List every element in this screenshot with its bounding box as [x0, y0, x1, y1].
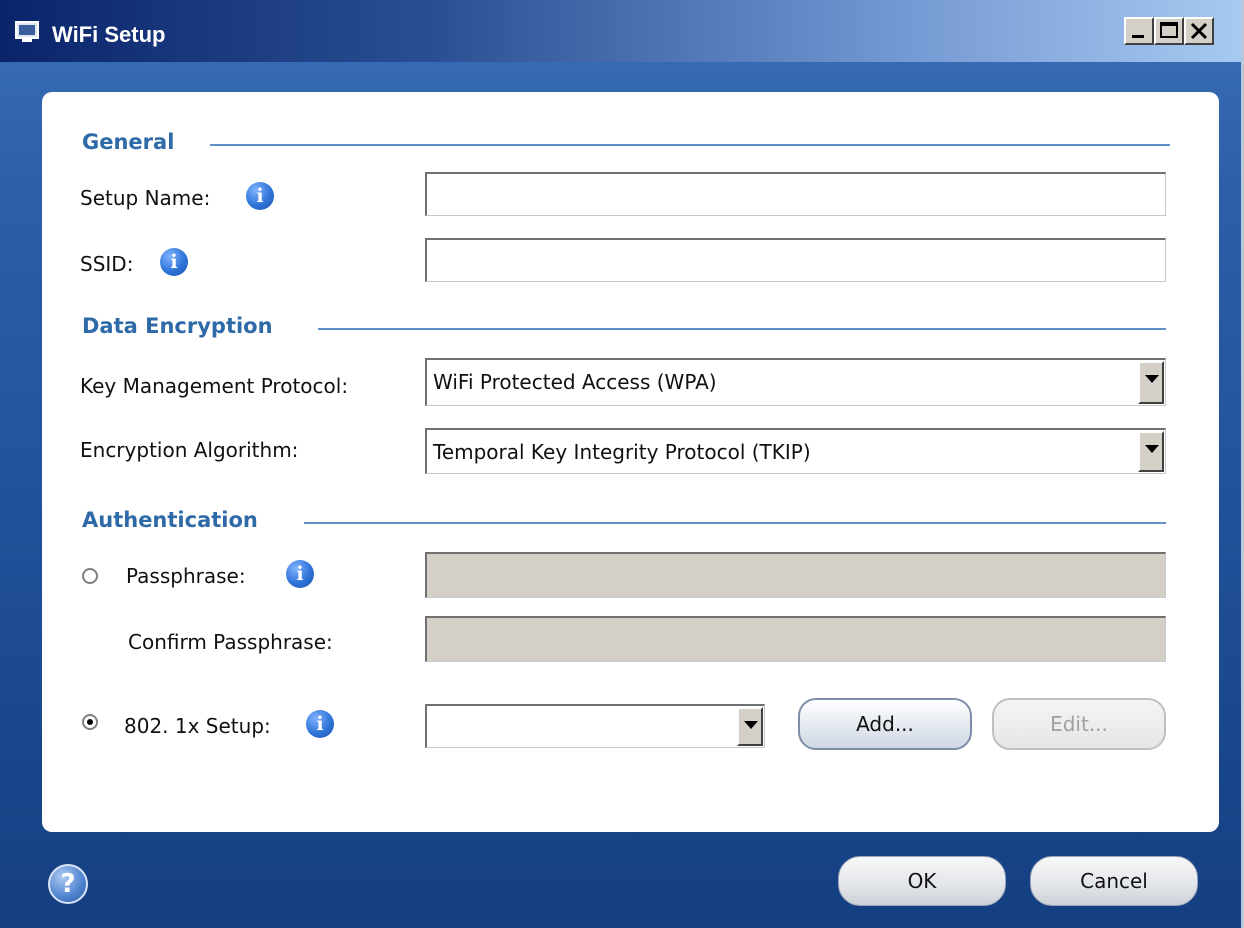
network-setup-icon [14, 20, 40, 44]
minimize-button[interactable] [1124, 17, 1154, 45]
wifi-setup-window: WiFi Setup General Setup Name: i SSID: i… [0, 0, 1244, 928]
setup-name-input[interactable] [425, 172, 1166, 216]
info-icon[interactable]: i [246, 182, 274, 210]
info-icon[interactable]: i [286, 560, 314, 588]
dot1x-radio[interactable] [82, 714, 98, 730]
window-title: WiFi Setup [52, 22, 166, 47]
radio-selected-dot [87, 719, 93, 725]
maximize-button[interactable] [1154, 17, 1184, 45]
maximize-icon [1160, 22, 1178, 38]
key-management-value: WiFi Protected Access (WPA) [433, 370, 717, 394]
ok-button[interactable]: OK [838, 856, 1006, 906]
minimize-icon [1132, 35, 1144, 38]
section-encryption-heading: Data Encryption [82, 314, 273, 338]
close-icon [1190, 22, 1208, 40]
passphrase-radio[interactable] [82, 568, 98, 584]
ssid-input[interactable] [425, 238, 1166, 282]
settings-panel: General Setup Name: i SSID: i Data Encry… [42, 92, 1219, 832]
chevron-down-icon[interactable] [1138, 361, 1164, 404]
title-bar[interactable]: WiFi Setup [0, 0, 1241, 62]
setup-name-label: Setup Name: [80, 186, 211, 210]
confirm-passphrase-input [425, 616, 1166, 662]
help-icon[interactable]: ? [48, 864, 88, 904]
encryption-algorithm-value: Temporal Key Integrity Protocol (TKIP) [433, 440, 811, 464]
key-management-label: Key Management Protocol: [80, 374, 349, 398]
key-management-select[interactable]: WiFi Protected Access (WPA) [425, 358, 1166, 406]
confirm-passphrase-label: Confirm Passphrase: [128, 630, 333, 654]
passphrase-input [425, 552, 1166, 598]
section-authentication-heading: Authentication [82, 508, 258, 532]
info-icon[interactable]: i [306, 710, 334, 738]
info-icon[interactable]: i [160, 248, 188, 276]
close-button[interactable] [1184, 17, 1214, 45]
ssid-label: SSID: [80, 252, 134, 276]
cancel-button[interactable]: Cancel [1030, 856, 1198, 906]
edit-button[interactable]: Edit... [992, 698, 1166, 750]
dot1x-setup-select[interactable] [425, 704, 765, 748]
chevron-down-icon[interactable] [737, 707, 763, 746]
passphrase-label: Passphrase: [126, 564, 246, 588]
chevron-down-icon[interactable] [1138, 431, 1164, 472]
section-general-divider [210, 144, 1170, 146]
dot1x-setup-label: 802. 1x Setup: [124, 714, 271, 738]
section-encryption-divider [318, 328, 1166, 330]
add-button[interactable]: Add... [798, 698, 972, 750]
section-general-heading: General [82, 130, 175, 154]
section-authentication-divider [304, 522, 1166, 524]
encryption-algorithm-select[interactable]: Temporal Key Integrity Protocol (TKIP) [425, 428, 1166, 474]
encryption-algorithm-label: Encryption Algorithm: [80, 438, 299, 462]
